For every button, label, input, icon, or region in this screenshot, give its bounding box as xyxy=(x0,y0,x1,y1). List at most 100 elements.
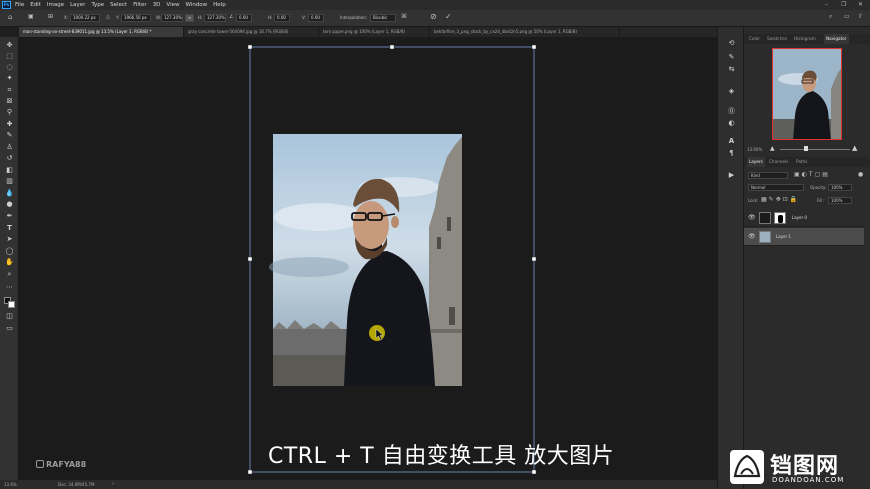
transform-mode-icon[interactable]: ▣ xyxy=(28,13,34,20)
marquee-icon[interactable]: ⬚ xyxy=(4,52,15,60)
brush-settings-icon[interactable]: ✎ xyxy=(727,53,736,61)
width-input[interactable]: 127.30% xyxy=(161,14,183,22)
background-color-swatch[interactable] xyxy=(8,301,15,308)
transform-handle[interactable] xyxy=(247,469,253,475)
blend-mode-select[interactable]: Normal xyxy=(748,184,804,191)
reference-point-icon[interactable]: ⊞ xyxy=(48,13,53,20)
transform-handle[interactable] xyxy=(531,44,537,50)
minimize-icon[interactable]: – xyxy=(825,1,828,8)
fill-input[interactable]: 100% xyxy=(828,197,852,204)
zoom-icon[interactable]: ⌕ xyxy=(4,270,15,278)
layer-kind-filter[interactable]: Kind xyxy=(748,172,788,179)
3d-icon[interactable]: ◈ xyxy=(727,87,736,95)
menu-view[interactable]: View xyxy=(166,2,179,8)
zoom-in-icon[interactable]: ▲ xyxy=(852,144,857,152)
delta-icon[interactable]: △ xyxy=(106,14,110,20)
tab-navigator[interactable]: Navigator xyxy=(824,34,849,44)
search-icon[interactable]: ⌕ xyxy=(829,13,832,21)
history-brush-icon[interactable]: ↺ xyxy=(4,154,15,162)
warp-icon[interactable]: ⌘ xyxy=(401,13,407,20)
visibility-eye-icon[interactable]: 👁 xyxy=(748,215,756,221)
workspace-icon[interactable]: ▭ xyxy=(844,13,850,20)
menu-window[interactable]: Window xyxy=(185,2,207,8)
tab-concrete-tower[interactable]: gray concrete tower-564094.jpg @ 16.7% (… xyxy=(184,27,319,37)
tab-layers[interactable]: Layers xyxy=(747,157,765,167)
menu-file[interactable]: File xyxy=(15,2,24,8)
menu-help[interactable]: Help xyxy=(213,2,226,8)
share-icon[interactable]: ⇧ xyxy=(858,13,863,20)
tab-channels[interactable]: Channels xyxy=(769,157,788,167)
type-icon[interactable]: T xyxy=(4,224,15,232)
filter-toggle-icon[interactable]: ● xyxy=(858,171,863,178)
layer-filter-icons[interactable]: ▣◐T▢▤ xyxy=(794,171,830,178)
maximize-icon[interactable]: ❐ xyxy=(841,1,846,8)
more-tools-icon[interactable]: ⋯ xyxy=(4,283,15,291)
lock-icons[interactable]: ▦✎✥⊡🔒 xyxy=(761,196,799,203)
eyedropper-icon[interactable]: ⚲ xyxy=(4,108,15,116)
tab-man-standing[interactable]: man-standing-on-street-839011.jpg @ 13.5… xyxy=(19,27,184,37)
healing-icon[interactable]: ✚ xyxy=(4,120,15,128)
angle-input[interactable]: 0.00 xyxy=(236,14,252,22)
navigator-zoom-slider[interactable] xyxy=(780,149,850,150)
v-skew-input[interactable]: 0.00 xyxy=(308,14,324,22)
layer-name[interactable]: Layer 1 xyxy=(776,234,791,239)
canvas-area[interactable] xyxy=(19,37,717,480)
menu-3d[interactable]: 3D xyxy=(153,2,161,8)
y-input[interactable]: 1966.50 px xyxy=(121,14,151,22)
x-input[interactable]: 1000.22 px xyxy=(70,14,100,22)
menu-select[interactable]: Select xyxy=(110,2,127,8)
h-skew-input[interactable]: 0.00 xyxy=(274,14,290,22)
adjust-icon[interactable]: ⇆ xyxy=(727,65,736,73)
visibility-eye-icon[interactable]: 👁 xyxy=(748,234,756,240)
transform-handle[interactable] xyxy=(389,44,395,50)
link-icon[interactable]: ∞ xyxy=(185,14,194,22)
menu-image[interactable]: Image xyxy=(47,2,64,8)
paragraph-icon[interactable]: ¶ xyxy=(727,149,736,157)
menu-filter[interactable]: Filter xyxy=(133,2,147,8)
layer-row-layer-0[interactable]: 👁 Layer 0 xyxy=(744,209,864,227)
shape-icon[interactable]: ◯ xyxy=(4,247,15,255)
tab-swatches[interactable]: Swatches xyxy=(767,34,787,44)
character-icon[interactable]: A xyxy=(727,137,736,145)
status-arrow-icon[interactable]: › xyxy=(112,481,114,487)
tab-torn-paper[interactable]: torn paper.png @ 100% (Layer 1, RGB/8) xyxy=(319,27,430,37)
blur-icon[interactable]: 💧 xyxy=(4,189,15,197)
navigator-zoom[interactable]: 13.60% xyxy=(747,147,762,152)
dodge-icon[interactable]: ● xyxy=(4,200,15,208)
eraser-icon[interactable]: ◧ xyxy=(4,166,15,174)
zoom-level[interactable]: 13.6% xyxy=(4,482,17,487)
document-canvas[interactable] xyxy=(19,37,717,480)
history-icon[interactable]: ⟲ xyxy=(727,39,736,47)
properties-icon[interactable]: ◐ xyxy=(727,119,736,127)
opacity-input[interactable]: 100% xyxy=(828,184,852,191)
brush-icon[interactable]: ✎ xyxy=(4,131,15,139)
transform-handle[interactable] xyxy=(247,44,253,50)
close-icon[interactable]: ✕ xyxy=(858,1,863,8)
cancel-icon[interactable]: ⊘ xyxy=(430,12,437,21)
layer-mask-thumbnail[interactable] xyxy=(774,212,786,224)
info-icon[interactable]: ⓪ xyxy=(727,107,736,115)
actions-icon[interactable]: ▶ xyxy=(727,171,736,179)
tab-histogram[interactable]: Histogram xyxy=(794,34,816,44)
transform-handle[interactable] xyxy=(247,256,253,262)
quick-mask-icon[interactable]: ◫ xyxy=(4,312,15,320)
magic-wand-icon[interactable]: ✦ xyxy=(4,74,15,82)
stamp-icon[interactable]: ♙ xyxy=(4,143,15,151)
layer-row-layer-1[interactable]: 👁 Layer 1 xyxy=(744,228,864,246)
hand-icon[interactable]: ✋ xyxy=(4,258,15,266)
gradient-icon[interactable]: ▥ xyxy=(4,177,15,185)
screen-mode-icon[interactable]: ▭ xyxy=(4,324,15,332)
menu-type[interactable]: Type xyxy=(91,2,104,8)
menu-layer[interactable]: Layer xyxy=(70,2,85,8)
tab-paths[interactable]: Paths xyxy=(796,157,807,167)
path-select-icon[interactable]: ➤ xyxy=(4,235,15,243)
transform-handle[interactable] xyxy=(531,256,537,262)
navigator-preview[interactable] xyxy=(772,48,842,140)
interpolation-select[interactable]: Bicubic xyxy=(370,14,396,22)
menu-edit[interactable]: Edit xyxy=(30,2,41,8)
home-icon[interactable]: ⌂ xyxy=(8,13,12,21)
transform-handle[interactable] xyxy=(531,469,537,475)
commit-icon[interactable]: ✓ xyxy=(445,12,452,21)
navigator-slider-thumb[interactable] xyxy=(804,146,808,151)
zoom-out-icon[interactable]: ▲ xyxy=(770,145,775,152)
